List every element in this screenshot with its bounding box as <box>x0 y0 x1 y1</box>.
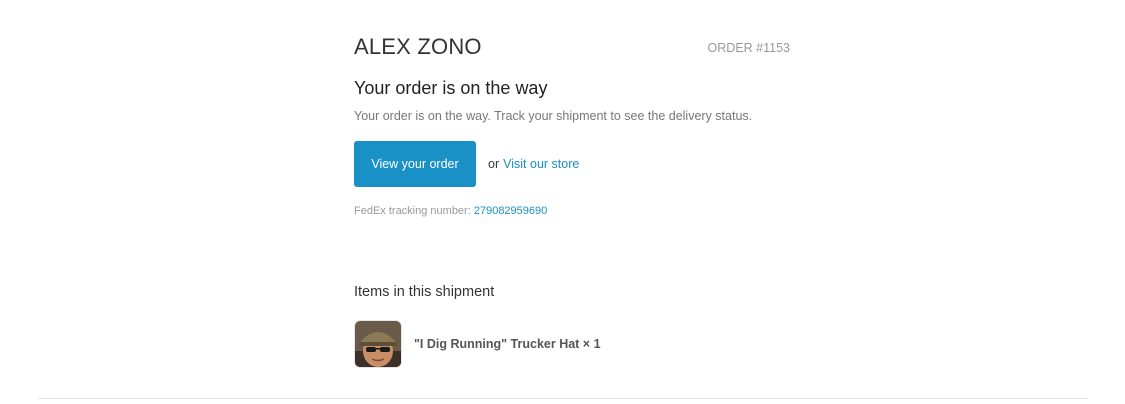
or-label: or <box>488 157 500 171</box>
email-header: ALEX ZONO ORDER #1153 <box>354 34 790 62</box>
actions-row: View your order or Visit our store <box>354 141 579 187</box>
product-thumbnail <box>354 320 402 368</box>
shipment-items-heading: Items in this shipment <box>354 284 495 300</box>
product-photo-icon <box>355 321 401 367</box>
shop-name: ALEX ZONO <box>354 34 482 59</box>
order-number: ORDER #1153 <box>707 41 790 55</box>
item-title[interactable]: "I Dig Running" Trucker Hat × 1 <box>414 337 601 351</box>
list-item: "I Dig Running" Trucker Hat × 1 <box>354 320 601 368</box>
tracking-number-link[interactable]: 279082959690 <box>474 205 547 217</box>
visit-store-link[interactable]: Visit our store <box>503 157 579 171</box>
page-title: Your order is on the way <box>354 78 548 98</box>
view-order-button[interactable]: View your order <box>354 141 476 187</box>
footer-divider <box>38 398 1088 399</box>
tracking-label: FedEx tracking number: <box>354 205 471 217</box>
status-description: Your order is on the way. Track your shi… <box>354 109 753 123</box>
tracking-info: FedEx tracking number: 279082959690 <box>354 204 547 218</box>
